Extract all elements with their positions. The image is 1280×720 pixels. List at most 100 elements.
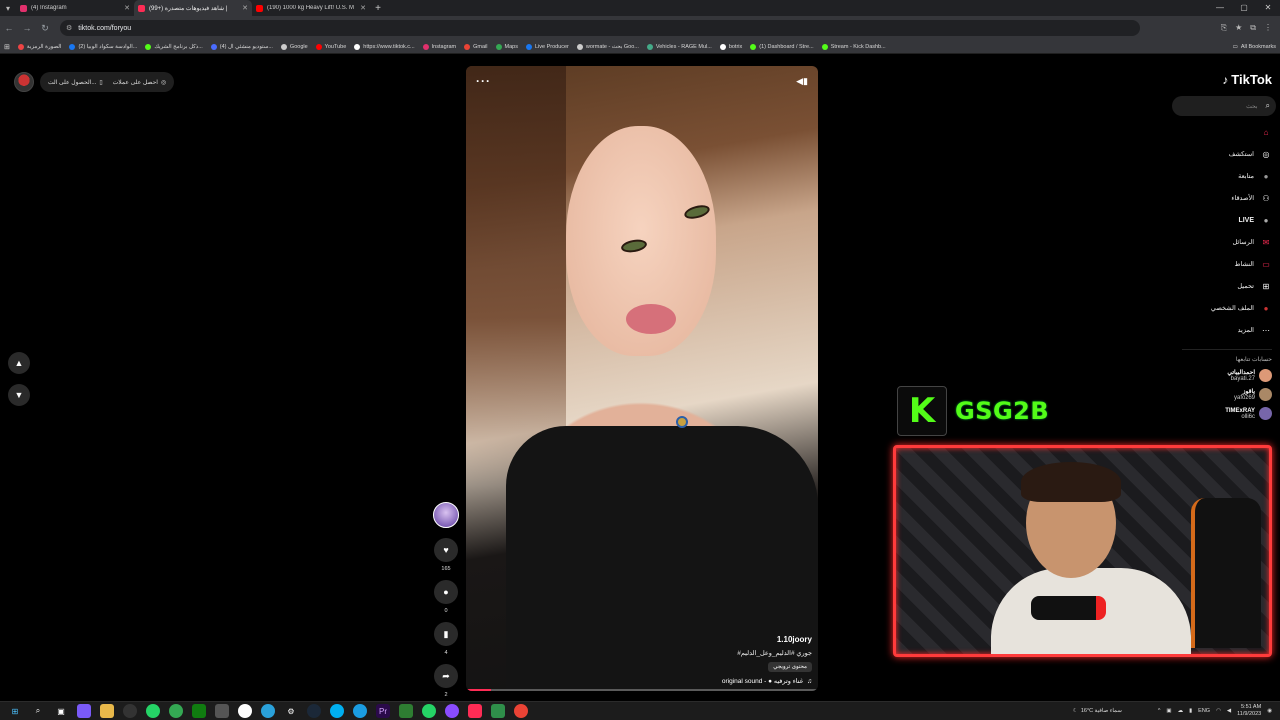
telegram-icon[interactable]	[261, 704, 275, 718]
sidebar-item-upload[interactable]: تحميل ⊞	[1237, 275, 1272, 297]
reload-icon[interactable]: ↻	[36, 23, 54, 34]
edge-icon[interactable]	[353, 704, 367, 718]
sidebar-item-live[interactable]: LIVE ●	[1238, 209, 1272, 231]
copilot-icon[interactable]	[77, 704, 91, 718]
bookmark-item[interactable]: Instagram	[422, 43, 456, 50]
bookmark-item[interactable]: Gmail	[464, 43, 488, 50]
bookmark-item[interactable]: botrix	[719, 43, 742, 50]
followed-account[interactable]: TIMExRAY olli6c	[1225, 407, 1272, 420]
browser-tab[interactable]: (4) Instagram ✕	[16, 0, 134, 16]
settings-icon[interactable]: ⚙	[284, 704, 298, 718]
tab-close-icon[interactable]: ✕	[242, 4, 248, 12]
search-input[interactable]: بحث ⌕	[1172, 96, 1276, 116]
steam-icon[interactable]	[307, 704, 321, 718]
lang-indicator[interactable]: ENG	[1198, 708, 1210, 714]
task-view-icon[interactable]: ▣	[54, 704, 68, 718]
video-player[interactable]: ··· ◀▮ 1.10joory #جوري #الدليم_وعل_الدلي…	[466, 66, 818, 691]
comment-button[interactable]: ●	[434, 580, 458, 604]
bookmark-item[interactable]: YouTube	[315, 43, 346, 50]
back-icon[interactable]: ←	[0, 23, 18, 33]
xbox-icon[interactable]	[192, 704, 206, 718]
apps-icon[interactable]: ⊞	[4, 43, 10, 51]
sidebar-item-friends[interactable]: الأصدقاء ⚇	[1231, 187, 1272, 209]
whatsapp-icon[interactable]	[146, 704, 160, 718]
followed-account[interactable]: احمدالبياتي bayati.27	[1227, 369, 1272, 382]
video-username[interactable]: 1.10joory	[777, 635, 812, 644]
minimize-button[interactable]: —	[1208, 0, 1232, 16]
next-video-button[interactable]: ▼	[8, 384, 30, 406]
save-button[interactable]: ▮	[434, 622, 458, 646]
user-avatar[interactable]	[14, 72, 34, 92]
bookmark-item[interactable]: Live Producer	[525, 43, 569, 50]
chrome-2-icon[interactable]	[514, 704, 528, 718]
get-coins-alt[interactable]: الحصول على الت... ▯	[48, 79, 103, 86]
chrome-icon[interactable]	[169, 704, 183, 718]
weather-widget[interactable]: ☾ 16°C سماء صافية	[1073, 708, 1122, 714]
previous-video-button[interactable]: ▲	[8, 352, 30, 374]
chrome-active-icon[interactable]	[491, 704, 505, 718]
sidebar-item-following[interactable]: متابعة ●	[1238, 165, 1272, 187]
messenger-icon[interactable]	[445, 704, 459, 718]
followed-account[interactable]: ياقوز yafoz69	[1234, 388, 1272, 401]
sidebar-item-home[interactable]: ⌂	[1254, 121, 1272, 143]
tray-app-icon[interactable]: ▣	[1166, 708, 1171, 714]
video-more-icon[interactable]: ···	[476, 74, 491, 88]
site-info-icon[interactable]: ⚙	[66, 24, 72, 32]
sound-row[interactable]: original sound - ● غناء وترفيه ♫	[722, 677, 812, 686]
browser-tab[interactable]: (190) 1000 kg Heavy Lift! U.S. M ✕	[252, 0, 370, 16]
tab-close-icon[interactable]: ✕	[124, 4, 130, 12]
sidebar-item-explore[interactable]: استكشف ◎	[1229, 143, 1272, 165]
bookmark-item[interactable]: الصورة الرمزية	[17, 43, 61, 50]
bookmark-item[interactable]: wormate - بحث Goo...	[576, 43, 639, 50]
share-button[interactable]: ➦	[434, 664, 458, 688]
sidebar-item-more[interactable]: المزيد ⋯	[1238, 319, 1272, 341]
maximize-button[interactable]: ▢	[1232, 0, 1256, 16]
battery-icon[interactable]: ▮	[1189, 708, 1192, 714]
github-icon[interactable]	[238, 704, 252, 718]
bookmark-item[interactable]: (1) Dashboard / Stre...	[750, 43, 814, 50]
address-bar[interactable]: ⚙ tiktok.com/foryou	[60, 20, 1140, 36]
game-icon[interactable]	[399, 704, 413, 718]
chat-icon[interactable]	[422, 704, 436, 718]
tray-chevron-icon[interactable]: ^	[1158, 708, 1161, 714]
windows-start-icon[interactable]: ⊞	[8, 704, 22, 718]
browser-tab[interactable]: (99+) شاهد فيديوهات متصدرة | ✕	[134, 0, 252, 16]
tiktok-logo[interactable]: ♪ TikTok	[1222, 72, 1272, 87]
new-tab-button[interactable]: +	[370, 3, 386, 14]
sidebar-item-activity[interactable]: النشاط ▭	[1234, 253, 1272, 275]
bookmark-item[interactable]: (4) ستوديو منشئي ال...	[210, 43, 273, 50]
premiere-icon[interactable]: Pr	[376, 704, 390, 718]
all-bookmarks-button[interactable]: ▭ All Bookmarks	[1233, 44, 1276, 50]
video-progress-bar[interactable]	[466, 689, 818, 691]
search-icon[interactable]: ⌕	[1266, 101, 1270, 111]
onedrive-icon[interactable]: ☁	[1178, 708, 1184, 714]
forward-icon[interactable]: →	[18, 23, 36, 33]
get-coins-button[interactable]: احصل على عملات ◎	[113, 79, 167, 86]
sidebar-item-messages[interactable]: الرسائل ✉	[1232, 231, 1272, 253]
tiktok-app-icon[interactable]	[468, 704, 482, 718]
bookmark-item[interactable]: ذكل برنامج الشريك...	[145, 43, 203, 50]
creator-avatar[interactable]	[433, 502, 459, 528]
bookmark-item[interactable]: Maps	[495, 43, 518, 50]
file-explorer-icon[interactable]	[100, 704, 114, 718]
obs-icon[interactable]	[123, 704, 137, 718]
calculator-icon[interactable]	[215, 704, 229, 718]
skype-icon[interactable]	[330, 704, 344, 718]
bookmark-item[interactable]: Vehicles - RAGE Mul...	[646, 43, 712, 50]
notification-icon[interactable]: ◉	[1267, 708, 1272, 714]
bookmark-item[interactable]: Google	[280, 43, 308, 50]
like-button[interactable]: ♥	[434, 538, 458, 562]
bookmark-item[interactable]: (2) الوادسة سكواد الوبيا...	[69, 43, 137, 50]
volume-icon[interactable]: ◀▮	[796, 76, 808, 87]
bookmark-item[interactable]: https://www.tiktok.c...	[354, 43, 415, 50]
clock[interactable]: 5:51 AM 11/9/2023	[1237, 704, 1261, 718]
volume-icon[interactable]: ◀	[1227, 708, 1231, 714]
install-icon[interactable]: ⎘	[1221, 23, 1227, 33]
wifi-icon[interactable]: ◠	[1216, 708, 1221, 714]
bookmark-star-icon[interactable]: ★	[1235, 23, 1242, 33]
search-icon[interactable]: ⌕	[31, 704, 45, 718]
sidebar-item-profile[interactable]: الملف الشخصي ●	[1211, 297, 1272, 319]
menu-icon[interactable]: ⋮	[1264, 23, 1272, 33]
tab-close-icon[interactable]: ✕	[360, 4, 366, 12]
tab-search-button[interactable]: ▾	[0, 0, 16, 16]
